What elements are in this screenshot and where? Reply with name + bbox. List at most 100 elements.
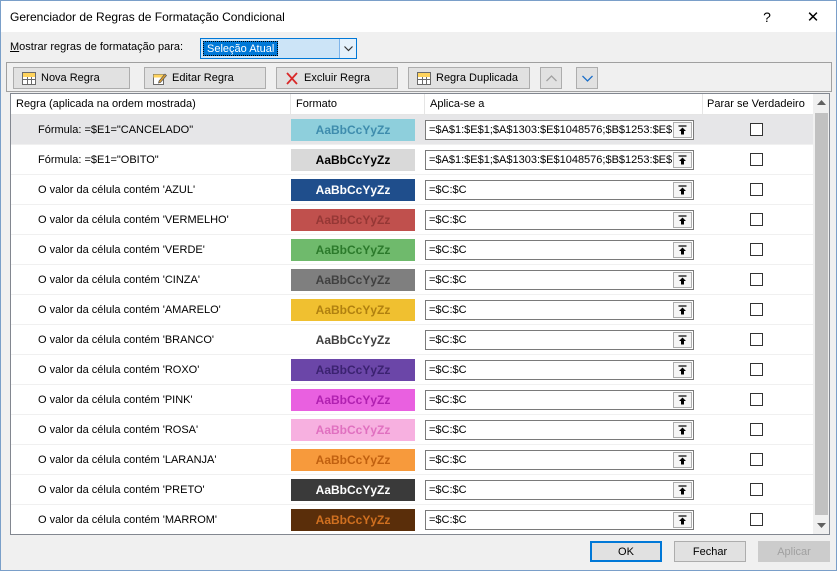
chevron-down-icon[interactable]: [339, 39, 356, 58]
applies-to-field[interactable]: =$C:$C: [425, 480, 694, 500]
rule-row[interactable]: O valor da célula contém 'PRETO' AaBbCcYy…: [11, 475, 813, 505]
applies-to-value: =$C:$C: [429, 304, 467, 316]
duplicate-rule-icon: [417, 71, 431, 85]
rule-row[interactable]: O valor da célula contém 'ROXO' AaBbCcYyZ…: [11, 355, 813, 385]
show-rules-dropdown[interactable]: Seleção Atual: [200, 38, 357, 59]
new-rule-button[interactable]: Nova Regra: [13, 67, 130, 89]
range-collapse-icon[interactable]: [673, 422, 692, 438]
applies-to-field[interactable]: =$C:$C: [425, 270, 694, 290]
move-up-button[interactable]: [540, 67, 562, 89]
format-preview: AaBbCcYyZz: [291, 119, 415, 141]
applies-to-field[interactable]: =$C:$C: [425, 510, 694, 530]
duplicate-rule-label: Regra Duplicada: [436, 72, 518, 84]
rules-list-header: Regra (aplicada na ordem mostrada) Forma…: [11, 94, 813, 115]
applies-to-field[interactable]: =$C:$C: [425, 450, 694, 470]
stop-if-true-checkbox[interactable]: [750, 453, 763, 466]
format-preview: AaBbCcYyZz: [291, 419, 415, 441]
stop-if-true-checkbox[interactable]: [750, 273, 763, 286]
range-collapse-icon[interactable]: [673, 122, 692, 138]
stop-if-true-checkbox[interactable]: [750, 363, 763, 376]
range-collapse-icon[interactable]: [673, 332, 692, 348]
format-preview: AaBbCcYyZz: [291, 179, 415, 201]
rule-row[interactable]: O valor da célula contém 'VERMELHO' AaBbC…: [11, 205, 813, 235]
rule-row[interactable]: O valor da célula contém 'LARANJA' AaBbCc…: [11, 445, 813, 475]
rule-row[interactable]: O valor da célula contém 'MARROM' AaBbCcY…: [11, 505, 813, 534]
stop-if-true-checkbox[interactable]: [750, 483, 763, 496]
rule-description: O valor da célula contém 'MARROM': [38, 514, 218, 526]
range-collapse-icon[interactable]: [673, 272, 692, 288]
applies-to-field[interactable]: =$C:$C: [425, 240, 694, 260]
rule-description: O valor da célula contém 'AMARELO': [38, 304, 221, 316]
applies-to-field[interactable]: =$C:$C: [425, 420, 694, 440]
rule-row[interactable]: O valor da célula contém 'PINK' AaBbCcYyZ…: [11, 385, 813, 415]
rule-row[interactable]: O valor da célula contém 'AZUL' AaBbCcYyZ…: [11, 175, 813, 205]
applies-to-field[interactable]: =$C:$C: [425, 390, 694, 410]
delete-rule-button[interactable]: Excluir Regra: [276, 67, 398, 89]
format-preview: AaBbCcYyZz: [291, 209, 415, 231]
column-header-rule[interactable]: Regra (aplicada na ordem mostrada): [11, 94, 291, 115]
duplicate-rule-button[interactable]: Regra Duplicada: [408, 67, 530, 89]
range-collapse-icon[interactable]: [673, 152, 692, 168]
close-button[interactable]: ✕: [791, 1, 835, 32]
format-preview: AaBbCcYyZz: [291, 479, 415, 501]
show-rules-label-text: ostrar regras de formatação para:: [19, 41, 184, 53]
stop-if-true-checkbox[interactable]: [750, 393, 763, 406]
stop-if-true-checkbox[interactable]: [750, 303, 763, 316]
column-header-format[interactable]: Formato: [291, 94, 425, 115]
rules-toolbar: Nova Regra Editar Regra Excluir Regra Re…: [6, 62, 832, 92]
stop-if-true-checkbox[interactable]: [750, 183, 763, 196]
delete-rule-label: Excluir Regra: [304, 72, 371, 84]
scroll-down-icon[interactable]: [813, 517, 829, 534]
applies-to-field[interactable]: =$C:$C: [425, 360, 694, 380]
range-collapse-icon[interactable]: [673, 452, 692, 468]
close-dialog-button[interactable]: Fechar: [674, 541, 746, 562]
stop-if-true-checkbox[interactable]: [750, 513, 763, 526]
apply-button[interactable]: Aplicar: [758, 541, 830, 562]
rule-row[interactable]: Fórmula: =$E1="OBITO" AaBbCcYyZz =$A$1:$E$…: [11, 145, 813, 175]
stop-if-true-checkbox[interactable]: [750, 213, 763, 226]
edit-rule-button[interactable]: Editar Regra: [144, 67, 266, 89]
rule-row[interactable]: O valor da célula contém 'BRANCO' AaBbCcY…: [11, 325, 813, 355]
rule-row[interactable]: O valor da célula contém 'CINZA' AaBbCcYy…: [11, 265, 813, 295]
stop-if-true-checkbox[interactable]: [750, 153, 763, 166]
stop-if-true-checkbox[interactable]: [750, 243, 763, 256]
column-header-applies-to[interactable]: Aplica-se a: [425, 94, 703, 115]
applies-to-value: =$A$1:$E$1;$A$1303:$E$1048576;$B$1253:$E…: [429, 124, 672, 136]
rule-row[interactable]: O valor da célula contém 'ROSA' AaBbCcYyZ…: [11, 415, 813, 445]
range-collapse-icon[interactable]: [673, 212, 692, 228]
rule-row[interactable]: O valor da célula contém 'VERDE' AaBbCcYy…: [11, 235, 813, 265]
show-rules-selected-value: Seleção Atual: [203, 41, 279, 56]
applies-to-value: =$C:$C: [429, 364, 467, 376]
applies-to-field[interactable]: =$C:$C: [425, 180, 694, 200]
ok-button[interactable]: OK: [590, 541, 662, 562]
applies-to-field[interactable]: =$A$1:$E$1;$A$1303:$E$1048576;$B$1253:$E…: [425, 150, 694, 170]
scrollbar-thumb[interactable]: [815, 113, 828, 515]
stop-if-true-checkbox[interactable]: [750, 123, 763, 136]
applies-to-field[interactable]: =$C:$C: [425, 300, 694, 320]
scroll-up-icon[interactable]: [813, 94, 829, 111]
stop-if-true-checkbox[interactable]: [750, 333, 763, 346]
applies-to-value: =$A$1:$E$1;$A$1303:$E$1048576;$B$1253:$E…: [429, 154, 672, 166]
rule-row[interactable]: O valor da célula contém 'AMARELO' AaBbCc…: [11, 295, 813, 325]
range-collapse-icon[interactable]: [673, 392, 692, 408]
new-rule-icon: [22, 71, 36, 85]
stop-if-true-checkbox[interactable]: [750, 423, 763, 436]
rule-description: O valor da célula contém 'ROXO': [38, 364, 200, 376]
range-collapse-icon[interactable]: [673, 302, 692, 318]
rule-row[interactable]: Fórmula: =$E1="CANCELADO" AaBbCcYyZz =$A$1…: [11, 115, 813, 145]
help-button[interactable]: ?: [745, 1, 789, 32]
delete-icon: [285, 71, 299, 85]
range-collapse-icon[interactable]: [673, 482, 692, 498]
column-header-stop-if-true[interactable]: Parar se Verdadeiro: [703, 94, 813, 115]
applies-to-field[interactable]: =$A$1:$E$1;$A$1303:$E$1048576;$B$1253:$E…: [425, 120, 694, 140]
move-down-button[interactable]: [576, 67, 598, 89]
applies-to-field[interactable]: =$C:$C: [425, 210, 694, 230]
edit-rule-icon: [153, 72, 167, 85]
range-collapse-icon[interactable]: [673, 242, 692, 258]
applies-to-field[interactable]: =$C:$C: [425, 330, 694, 350]
range-collapse-icon[interactable]: [673, 182, 692, 198]
range-collapse-icon[interactable]: [673, 362, 692, 378]
new-rule-label: Nova Regra: [41, 72, 100, 84]
range-collapse-icon[interactable]: [673, 512, 692, 528]
vertical-scrollbar[interactable]: [813, 94, 829, 534]
